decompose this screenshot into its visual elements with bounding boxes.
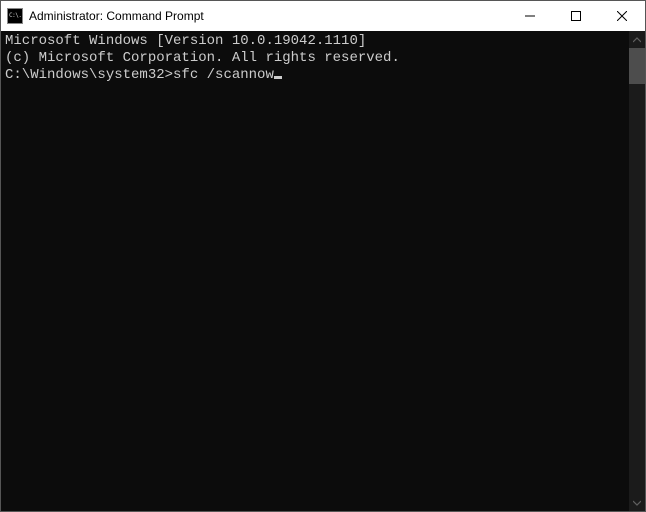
console-output[interactable]: Microsoft Windows [Version 10.0.19042.11…: [1, 31, 629, 511]
scrollbar-thumb[interactable]: [629, 48, 645, 84]
command-prompt-window: C:\. Administrator: Command Prompt Micro…: [0, 0, 646, 512]
console-prompt: C:\Windows\system32>: [5, 67, 173, 83]
scrollbar-down-button[interactable]: [629, 494, 645, 511]
maximize-button[interactable]: [553, 1, 599, 31]
console-prompt-line: C:\Windows\system32>sfc /scannow: [5, 67, 625, 84]
chevron-down-icon: [633, 499, 641, 507]
minimize-icon: [525, 11, 535, 21]
client-area: Microsoft Windows [Version 10.0.19042.11…: [1, 31, 645, 511]
scrollbar-track[interactable]: [629, 48, 645, 494]
window-title: Administrator: Command Prompt: [29, 9, 204, 23]
close-icon: [617, 11, 627, 21]
app-icon: C:\.: [7, 8, 23, 24]
vertical-scrollbar[interactable]: [629, 31, 645, 511]
console-line-copyright: (c) Microsoft Corporation. All rights re…: [5, 50, 625, 67]
close-button[interactable]: [599, 1, 645, 31]
maximize-icon: [571, 11, 581, 21]
text-cursor: [274, 76, 282, 79]
console-line-version: Microsoft Windows [Version 10.0.19042.11…: [5, 33, 625, 50]
console-command-input[interactable]: sfc /scannow: [173, 67, 274, 83]
window-controls: [507, 1, 645, 31]
titlebar[interactable]: C:\. Administrator: Command Prompt: [1, 1, 645, 31]
chevron-up-icon: [633, 36, 641, 44]
minimize-button[interactable]: [507, 1, 553, 31]
app-icon-glyph: C:\.: [9, 13, 21, 19]
scrollbar-up-button[interactable]: [629, 31, 645, 48]
